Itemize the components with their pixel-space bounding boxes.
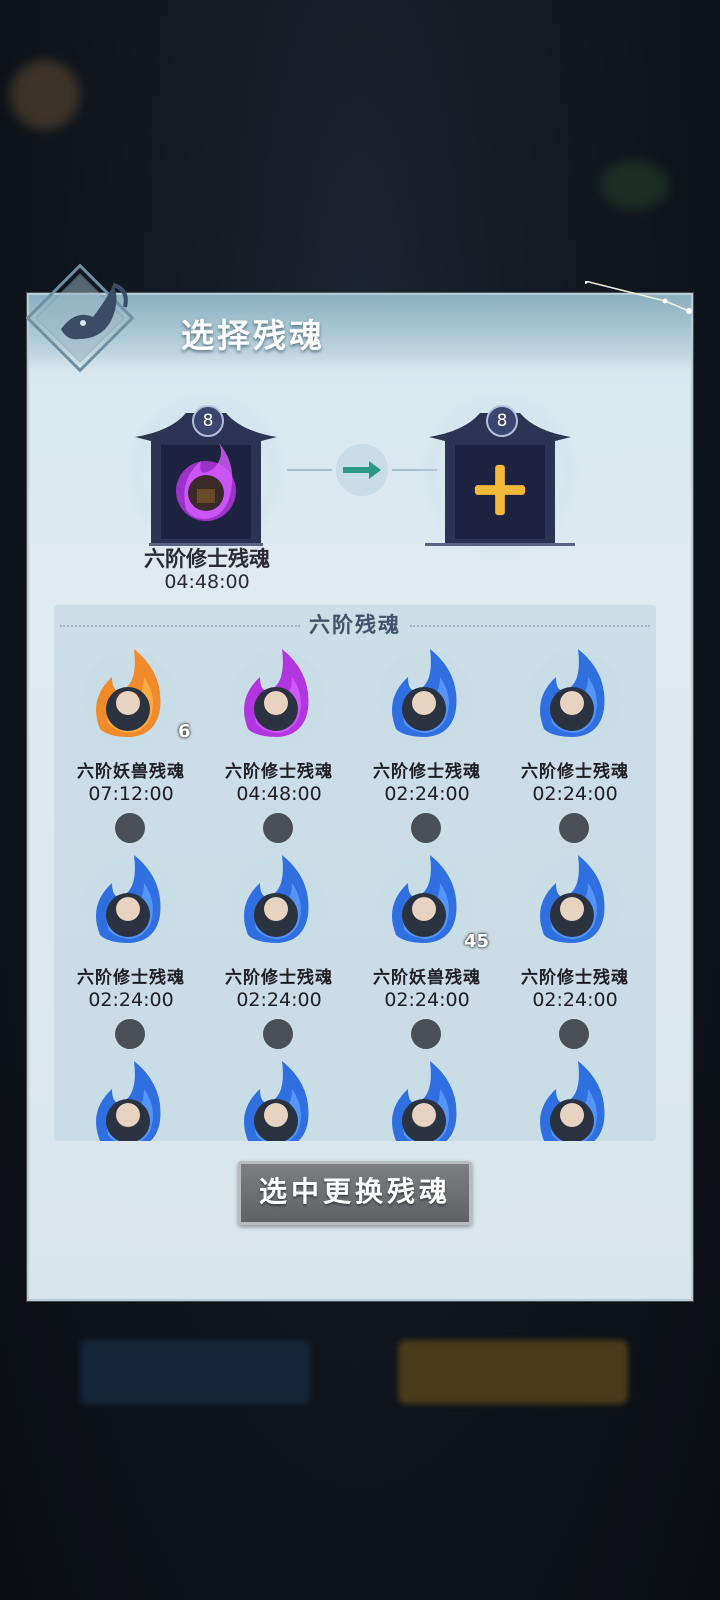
soul-orb-icon — [82, 649, 178, 747]
select-radio[interactable] — [263, 1019, 293, 1049]
select-radio[interactable] — [115, 1019, 145, 1049]
soul-item[interactable] — [500, 1055, 650, 1141]
soul-time: 02:24:00 — [532, 989, 618, 1011]
soul-time: 04:48:00 — [236, 783, 322, 805]
soul-time: 02:24:00 — [384, 989, 470, 1011]
soul-orb-icon — [82, 1061, 178, 1141]
soul-name: 六阶修士残魂 — [521, 968, 629, 988]
soul-orb-icon — [526, 649, 622, 747]
soul-item[interactable]: 六阶修士残魂 04:48:00 — [204, 643, 354, 849]
plus-icon — [474, 464, 526, 516]
soul-item[interactable]: 六阶修士残魂 02:24:00 — [204, 849, 354, 1055]
soul-orb-icon — [378, 855, 474, 953]
soul-time: 02:24:00 — [236, 989, 322, 1011]
source-soul-time: 04:48:00 — [164, 571, 250, 593]
soul-name: 六阶修士残魂 — [225, 762, 333, 782]
soul-item[interactable]: 六阶修士残魂 02:24:00 — [500, 643, 650, 849]
soul-item[interactable] — [352, 1055, 502, 1141]
select-radio[interactable] — [263, 813, 293, 843]
soul-item[interactable] — [56, 1055, 206, 1141]
soul-orb-icon — [526, 855, 622, 953]
background-avatar — [10, 60, 80, 130]
slot-level-badge: 8 — [192, 405, 224, 437]
soul-count: 6 — [178, 721, 191, 742]
soul-time: 02:24:00 — [384, 783, 470, 805]
soul-time: 02:24:00 — [532, 783, 618, 805]
slot-level-badge: 8 — [486, 405, 518, 437]
background-button-left — [80, 1340, 310, 1404]
soul-orb-icon — [230, 649, 326, 747]
select-radio[interactable] — [559, 813, 589, 843]
select-radio[interactable] — [411, 813, 441, 843]
soul-orb-icon — [230, 1061, 326, 1141]
soul-count: 45 — [464, 931, 490, 952]
list-title: 六阶残魂 — [54, 609, 656, 639]
source-soul-name: 六阶修士残魂 — [144, 546, 270, 571]
background-leaf — [600, 160, 670, 210]
soul-name: 六阶修士残魂 — [373, 762, 481, 782]
fox-emblem-icon — [25, 263, 135, 373]
soul-orb-icon — [378, 649, 474, 747]
select-radio[interactable] — [411, 1019, 441, 1049]
soul-item[interactable]: 六阶修士残魂 02:24:00 — [500, 849, 650, 1055]
constellation-decoration — [585, 281, 692, 314]
soul-time: 07:12:00 — [88, 783, 174, 805]
soul-name: 六阶修士残魂 — [77, 968, 185, 988]
soul-name: 六阶妖兽残魂 — [373, 968, 481, 988]
soul-name: 六阶修士残魂 — [521, 762, 629, 782]
confirm-replace-button[interactable]: 选中更换残魂 — [238, 1161, 472, 1225]
select-radio[interactable] — [559, 1019, 589, 1049]
soul-orb-icon — [378, 1061, 474, 1141]
source-soul-slot[interactable]: 8 — [125, 393, 287, 559]
soul-item[interactable] — [204, 1055, 354, 1141]
soul-name: 六阶妖兽残魂 — [77, 762, 185, 782]
select-radio[interactable] — [115, 813, 145, 843]
transfer-arrow-icon — [287, 444, 437, 496]
soul-item[interactable]: 六阶修士残魂 02:24:00 — [352, 643, 502, 849]
soul-item[interactable]: 六阶修士残魂 02:24:00 — [56, 849, 206, 1055]
soul-orb-icon — [230, 855, 326, 953]
panel-title: 选择残魂 — [181, 316, 325, 355]
soul-item[interactable]: 45 六阶妖兽残魂 02:24:00 — [352, 849, 502, 1055]
soul-time: 02:24:00 — [88, 989, 174, 1011]
soul-name: 六阶修士残魂 — [225, 968, 333, 988]
soul-item[interactable]: 6 六阶妖兽残魂 07:12:00 — [56, 643, 206, 849]
background-button-right — [398, 1340, 628, 1404]
soul-orb-icon — [82, 855, 178, 953]
soul-list[interactable]: 六阶残魂 6 六阶妖兽残魂 07:12:00 六阶修士残魂 04:48:00 六阶修士残魂… — [54, 605, 656, 1141]
select-soul-panel: 选择残魂 8 六阶修士残魂 04:48:00 8 六阶残魂 6 六阶妖兽残魂 0… — [25, 263, 693, 1301]
soul-orb-icon — [526, 1061, 622, 1141]
target-soul-slot[interactable]: 8 — [419, 393, 581, 559]
